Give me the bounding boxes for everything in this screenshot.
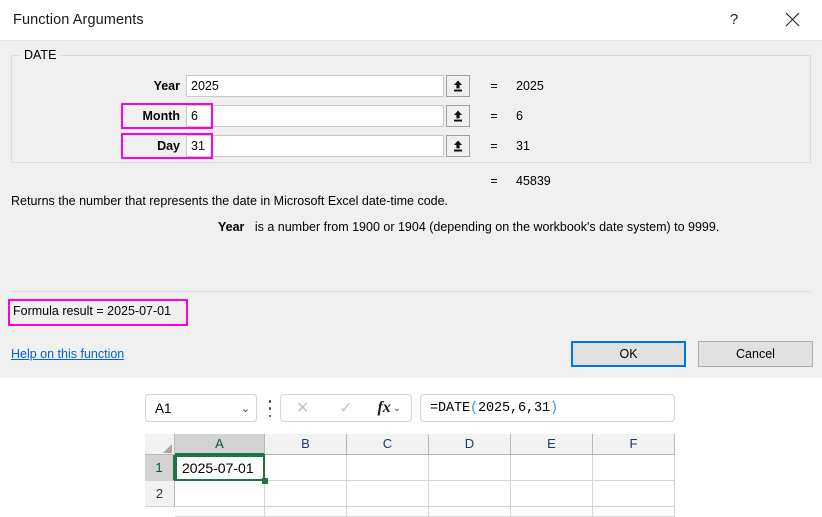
fill-handle[interactable] — [262, 478, 268, 484]
argument-result-month: 6 — [516, 105, 523, 127]
help-icon[interactable]: ? — [711, 0, 757, 39]
kebab-dot — [269, 407, 272, 410]
argument-input-month[interactable] — [186, 105, 444, 127]
cell-d3[interactable] — [429, 507, 511, 517]
formula-arguments: 2025,6,31 — [478, 401, 550, 416]
cell-e2[interactable] — [511, 481, 593, 507]
cell-b3[interactable] — [265, 507, 347, 517]
cell-f3[interactable] — [593, 507, 675, 517]
argument-row-day: Day = 31 — [0, 135, 822, 157]
enter-formula-glyph: ✓ — [339, 398, 352, 418]
dialog-title-bar: Function Arguments ? — [0, 0, 822, 41]
overall-result-value: 45839 — [516, 174, 551, 188]
cell-f2[interactable] — [593, 481, 675, 507]
argument-result-day: 31 — [516, 135, 530, 157]
cell-b2[interactable] — [265, 481, 347, 507]
close-icon[interactable] — [769, 0, 815, 39]
cell-b1[interactable] — [265, 455, 347, 481]
help-icon-glyph: ? — [730, 12, 738, 27]
argument-label-month: Month — [60, 105, 180, 127]
column-header-a[interactable]: A — [175, 434, 265, 455]
column-header-c[interactable]: C — [347, 434, 429, 455]
cell-a2[interactable] — [175, 481, 265, 507]
function-name-label: DATE — [20, 48, 60, 62]
overall-equals-sign: = — [487, 174, 501, 188]
collapse-dialog-icon-day[interactable] — [446, 135, 470, 157]
formula-bar: A1 ⌄ ✕ ✓ fx ⌄ =DATE(2025,6,31) — [145, 394, 675, 424]
function-description: Returns the number that represents the d… — [11, 194, 448, 208]
close-icon-glyph — [785, 12, 800, 27]
collapse-arrow-icon — [451, 139, 465, 153]
chevron-down-icon: ⌄ — [393, 403, 401, 414]
argument-input-year[interactable] — [186, 75, 444, 97]
name-box-value: A1 — [155, 401, 241, 416]
cell-c1[interactable] — [347, 455, 429, 481]
cell-c3[interactable] — [347, 507, 429, 517]
row-header-2[interactable]: 2 — [145, 481, 175, 507]
formula-bar-buttons: ✕ ✓ fx ⌄ — [280, 394, 412, 422]
cell-d2[interactable] — [429, 481, 511, 507]
column-header-d[interactable]: D — [429, 434, 511, 455]
equals-sign-month: = — [487, 105, 501, 127]
cancel-formula-glyph: ✕ — [296, 398, 309, 418]
excel-worksheet-area: A1 ⌄ ✕ ✓ fx ⌄ =DATE(2025,6,31) A B — [0, 378, 822, 510]
formula-function-name: =DATE — [430, 401, 470, 416]
argument-help-name: Year — [218, 220, 244, 234]
column-header-e[interactable]: E — [511, 434, 593, 455]
enter-formula-icon[interactable]: ✓ — [324, 395, 367, 421]
more-options-icon[interactable] — [264, 400, 276, 417]
argument-help-body: is a number from 1900 or 1904 (depending… — [255, 220, 719, 234]
collapse-dialog-icon-month[interactable] — [446, 105, 470, 127]
cell-c2[interactable] — [347, 481, 429, 507]
cell-e3[interactable] — [511, 507, 593, 517]
formula-input[interactable]: =DATE(2025,6,31) — [420, 394, 675, 422]
column-header-f[interactable]: F — [593, 434, 675, 455]
kebab-dot — [269, 400, 272, 403]
cell-d1[interactable] — [429, 455, 511, 481]
chevron-down-icon: ⌄ — [241, 402, 250, 415]
collapse-dialog-icon-year[interactable] — [446, 75, 470, 97]
collapse-arrow-icon — [451, 79, 465, 93]
ok-button[interactable]: OK — [571, 341, 686, 367]
formula-open-paren: ( — [470, 401, 478, 416]
equals-sign-day: = — [487, 135, 501, 157]
equals-sign-year: = — [487, 75, 501, 97]
argument-help-text: Year is a number from 1900 or 1904 (depe… — [218, 220, 818, 234]
argument-row-month: Month = 6 — [0, 105, 822, 127]
cancel-formula-icon[interactable]: ✕ — [281, 395, 324, 421]
argument-result-year: 2025 — [516, 75, 544, 97]
argument-label-year: Year — [60, 75, 180, 97]
insert-function-icon[interactable]: fx ⌄ — [368, 395, 411, 421]
spreadsheet-grid: A B C D E F 1 2 2025-07-01 — [145, 434, 675, 510]
argument-label-day: Day — [60, 135, 180, 157]
help-on-this-function-link[interactable]: Help on this function — [11, 347, 124, 361]
dialog-title: Function Arguments — [13, 12, 144, 28]
divider — [11, 291, 811, 292]
cancel-button[interactable]: Cancel — [698, 341, 813, 367]
selected-cell-a1[interactable]: 2025-07-01 — [175, 455, 265, 481]
argument-input-day[interactable] — [186, 135, 444, 157]
collapse-arrow-icon — [451, 109, 465, 123]
kebab-dot — [269, 415, 272, 418]
formula-close-paren: ) — [550, 401, 558, 416]
select-all-corner[interactable] — [145, 434, 175, 455]
function-arguments-dialog: Function Arguments ? DATE Year = 2025 Mo… — [0, 0, 822, 378]
column-header-b[interactable]: B — [265, 434, 347, 455]
cell-a3[interactable] — [175, 507, 265, 517]
insert-function-glyph: fx — [377, 399, 390, 417]
formula-result-text: Formula result = 2025-07-01 — [13, 304, 171, 318]
name-box[interactable]: A1 ⌄ — [145, 394, 257, 422]
cell-e1[interactable] — [511, 455, 593, 481]
row-header-1[interactable]: 1 — [145, 455, 175, 481]
cell-f1[interactable] — [593, 455, 675, 481]
argument-row-year: Year = 2025 — [0, 75, 822, 97]
